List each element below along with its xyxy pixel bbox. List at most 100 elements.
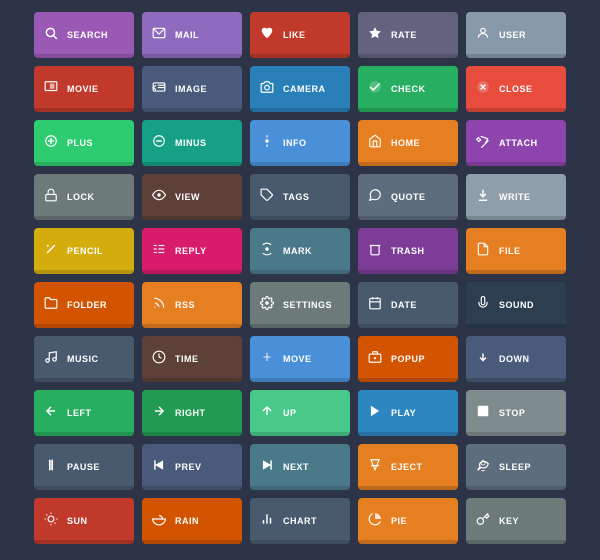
down-label: DOWN xyxy=(499,354,530,364)
tile-reply[interactable]: REPLY xyxy=(142,228,242,274)
like-label: LIKE xyxy=(283,30,306,40)
tile-minus[interactable]: MINUS xyxy=(142,120,242,166)
pie-label: PIE xyxy=(391,516,407,526)
tile-plus[interactable]: PLUS xyxy=(34,120,134,166)
next-label: NEXT xyxy=(283,462,309,472)
tile-key[interactable]: KEY xyxy=(466,498,566,544)
pencil-label: PENCIL xyxy=(67,246,103,256)
tile-music[interactable]: MUSIC xyxy=(34,336,134,382)
tile-quote[interactable]: QUOTE xyxy=(358,174,458,220)
tile-right[interactable]: RIGHT xyxy=(142,390,242,436)
check-icon xyxy=(366,80,384,97)
tile-search[interactable]: SEARCH xyxy=(34,12,134,58)
right-icon xyxy=(150,404,168,421)
tile-prev[interactable]: PREV xyxy=(142,444,242,490)
next-icon xyxy=(258,458,276,475)
tile-attach[interactable]: ATTACH xyxy=(466,120,566,166)
date-label: DATE xyxy=(391,300,417,310)
tile-pencil[interactable]: PENCIL xyxy=(34,228,134,274)
icon-grid: SEARCH MAIL LIKE RATE USER MOVIE IMAGE CAMERA CH… xyxy=(18,0,582,560)
play-icon xyxy=(366,404,384,421)
tile-home[interactable]: HOME xyxy=(358,120,458,166)
movie-label: MOVIE xyxy=(67,84,99,94)
tile-camera[interactable]: CAMERA xyxy=(250,66,350,112)
tile-trash[interactable]: TRASH xyxy=(358,228,458,274)
stop-label: STOP xyxy=(499,408,525,418)
chart-icon xyxy=(258,512,276,529)
rss-label: RSS xyxy=(175,300,195,310)
chart-label: CHART xyxy=(283,516,317,526)
tile-tags[interactable]: TAGS xyxy=(250,174,350,220)
rate-icon xyxy=(366,26,384,43)
sleep-icon xyxy=(474,458,492,475)
tile-check[interactable]: CHECK xyxy=(358,66,458,112)
tile-move[interactable]: MOVE xyxy=(250,336,350,382)
tile-movie[interactable]: MOVIE xyxy=(34,66,134,112)
home-label: HOME xyxy=(391,138,420,148)
tile-pause[interactable]: PAUSE xyxy=(34,444,134,490)
tile-image[interactable]: IMAGE xyxy=(142,66,242,112)
tile-folder[interactable]: FOLDER xyxy=(34,282,134,328)
info-icon xyxy=(258,134,276,151)
up-icon xyxy=(258,404,276,421)
movie-icon xyxy=(42,80,60,97)
tile-down[interactable]: DOWN xyxy=(466,336,566,382)
tile-sleep[interactable]: SLEEP xyxy=(466,444,566,490)
tile-user[interactable]: USER xyxy=(466,12,566,58)
tags-icon xyxy=(258,188,276,205)
tile-pie[interactable]: PIE xyxy=(358,498,458,544)
minus-icon xyxy=(150,134,168,151)
camera-icon xyxy=(258,80,276,97)
tile-like[interactable]: LIKE xyxy=(250,12,350,58)
pause-icon xyxy=(42,458,60,475)
mail-label: MAIL xyxy=(175,30,199,40)
tile-sound[interactable]: SOUND xyxy=(466,282,566,328)
sun-label: SUN xyxy=(67,516,88,526)
file-icon xyxy=(474,242,492,259)
tile-play[interactable]: PLAY xyxy=(358,390,458,436)
time-icon xyxy=(150,350,168,367)
music-label: MUSIC xyxy=(67,354,99,364)
sound-icon xyxy=(474,296,492,313)
eject-label: EJECT xyxy=(391,462,423,472)
tile-file[interactable]: FILE xyxy=(466,228,566,274)
tile-left[interactable]: LEFT xyxy=(34,390,134,436)
tags-label: TAGS xyxy=(283,192,309,202)
pause-label: PAUSE xyxy=(67,462,100,472)
tile-rain[interactable]: RAIN xyxy=(142,498,242,544)
image-label: IMAGE xyxy=(175,84,207,94)
tile-rate[interactable]: RATE xyxy=(358,12,458,58)
folder-label: FOLDER xyxy=(67,300,107,310)
tile-date[interactable]: DATE xyxy=(358,282,458,328)
tile-chart[interactable]: CHART xyxy=(250,498,350,544)
key-icon xyxy=(474,512,492,529)
rate-label: RATE xyxy=(391,30,417,40)
file-label: FILE xyxy=(499,246,521,256)
tile-mark[interactable]: MARK xyxy=(250,228,350,274)
tile-close[interactable]: CLOSE xyxy=(466,66,566,112)
tile-eject[interactable]: EJECT xyxy=(358,444,458,490)
tile-time[interactable]: TIME xyxy=(142,336,242,382)
tile-mail[interactable]: MAIL xyxy=(142,12,242,58)
tile-rss[interactable]: RSS xyxy=(142,282,242,328)
minus-label: MINUS xyxy=(175,138,207,148)
tile-up[interactable]: UP xyxy=(250,390,350,436)
camera-label: CAMERA xyxy=(283,84,326,94)
prev-icon xyxy=(150,458,168,475)
tile-next[interactable]: NEXT xyxy=(250,444,350,490)
tile-info[interactable]: INFO xyxy=(250,120,350,166)
tile-view[interactable]: VIEW xyxy=(142,174,242,220)
tile-settings[interactable]: SETTINGS xyxy=(250,282,350,328)
tile-lock[interactable]: LOCK xyxy=(34,174,134,220)
trash-label: TRASH xyxy=(391,246,425,256)
view-label: VIEW xyxy=(175,192,200,202)
up-label: UP xyxy=(283,408,297,418)
settings-label: SETTINGS xyxy=(283,300,332,310)
tile-stop[interactable]: STOP xyxy=(466,390,566,436)
plus-icon xyxy=(42,134,60,151)
music-icon xyxy=(42,350,60,367)
move-label: MOVE xyxy=(283,354,312,364)
tile-sun[interactable]: SUN xyxy=(34,498,134,544)
tile-write[interactable]: WRITE xyxy=(466,174,566,220)
tile-popup[interactable]: POPUP xyxy=(358,336,458,382)
